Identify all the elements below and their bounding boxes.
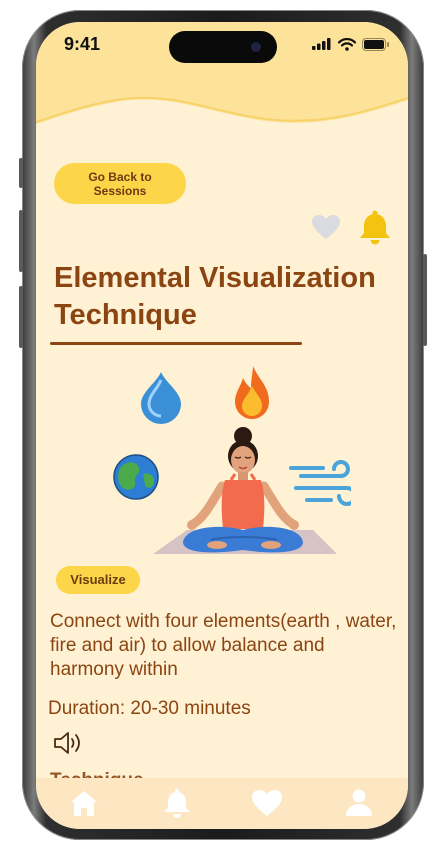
tab-heart-icon[interactable]	[250, 788, 284, 818]
status-time: 9:41	[64, 34, 101, 54]
session-description: Connect with four elements(earth , water…	[50, 611, 397, 680]
session-duration: Duration: 20-30 minutes	[48, 698, 251, 719]
bell-icon[interactable]	[358, 210, 392, 246]
home-icon[interactable]	[67, 788, 101, 818]
battery-icon	[362, 37, 389, 51]
volume-up-button	[19, 210, 23, 272]
app-screen: 9:41 Go Back to Sessions Elemental Visua…	[36, 22, 408, 829]
dynamic-island	[169, 31, 277, 63]
bottom-tab-bar	[36, 778, 408, 829]
profile-icon[interactable]	[342, 788, 376, 818]
tab-bell-icon[interactable]	[160, 788, 194, 818]
page-title: Elemental Visualization Technique	[54, 262, 376, 331]
status-icons	[312, 37, 390, 51]
wind-icon	[289, 460, 351, 506]
meditating-person	[183, 427, 303, 553]
heart-icon[interactable]	[311, 214, 341, 240]
earth-globe-icon	[113, 454, 159, 500]
meditation-illustration	[113, 366, 351, 554]
category-tag: Visualize	[56, 566, 140, 594]
wifi-icon	[338, 37, 356, 51]
power-button	[423, 254, 427, 346]
water-drop-icon	[141, 372, 181, 424]
speaker-icon[interactable]	[52, 730, 84, 756]
mute-switch	[19, 158, 23, 188]
go-back-button[interactable]: Go Back to Sessions	[54, 163, 186, 204]
title-divider	[50, 342, 302, 345]
signal-icon	[312, 38, 331, 50]
fire-icon	[235, 366, 269, 419]
volume-down-button	[19, 286, 23, 348]
